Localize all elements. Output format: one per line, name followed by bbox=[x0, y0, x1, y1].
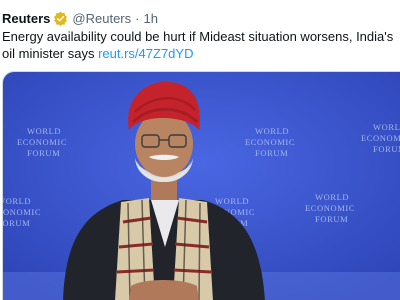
tweet-card[interactable]: Reuters @Reuters · 1h Energy availabilit… bbox=[0, 0, 400, 300]
svg-text:FORUM: FORUM bbox=[27, 148, 60, 158]
tweet-media-image[interactable]: WORLD ECONOMIC FORUM WORLD ECONOMIC FORU… bbox=[2, 71, 400, 300]
svg-text:WORLD: WORLD bbox=[255, 126, 289, 136]
svg-text:WORLD: WORLD bbox=[315, 192, 349, 202]
timestamp[interactable]: 1h bbox=[143, 11, 157, 26]
tweet-header: Reuters @Reuters · 1h bbox=[2, 9, 158, 27]
svg-text:ECONOMIC: ECONOMIC bbox=[17, 137, 67, 147]
svg-text:FORUM: FORUM bbox=[255, 148, 288, 158]
svg-text:WORLD: WORLD bbox=[373, 122, 400, 132]
photo-scene: WORLD ECONOMIC FORUM WORLD ECONOMIC FORU… bbox=[3, 72, 400, 300]
tweet-text: Energy availability could be hurt if Mid… bbox=[2, 28, 400, 62]
svg-text:WORLD: WORLD bbox=[27, 126, 61, 136]
separator-dot: · bbox=[135, 10, 140, 26]
svg-text:WORLD: WORLD bbox=[3, 196, 31, 206]
tweet-link[interactable]: reut.rs/47Z7dYD bbox=[98, 46, 193, 61]
author-name[interactable]: Reuters bbox=[2, 11, 50, 26]
svg-text:FORUM: FORUM bbox=[3, 218, 30, 228]
svg-text:WORLD: WORLD bbox=[215, 196, 249, 206]
svg-text:FORUM: FORUM bbox=[315, 214, 348, 224]
verified-badge-icon bbox=[54, 11, 68, 26]
svg-text:ECONOMIC: ECONOMIC bbox=[305, 203, 355, 213]
svg-text:ECONOMIC: ECONOMIC bbox=[245, 137, 295, 147]
tweet-body: Energy availability could be hurt if Mid… bbox=[2, 29, 394, 61]
author-handle[interactable]: @Reuters bbox=[72, 11, 131, 26]
svg-text:ECONOMIC: ECONOMIC bbox=[361, 133, 400, 143]
svg-text:ECONOMIC: ECONOMIC bbox=[3, 207, 41, 217]
svg-text:FORUM: FORUM bbox=[373, 144, 400, 154]
